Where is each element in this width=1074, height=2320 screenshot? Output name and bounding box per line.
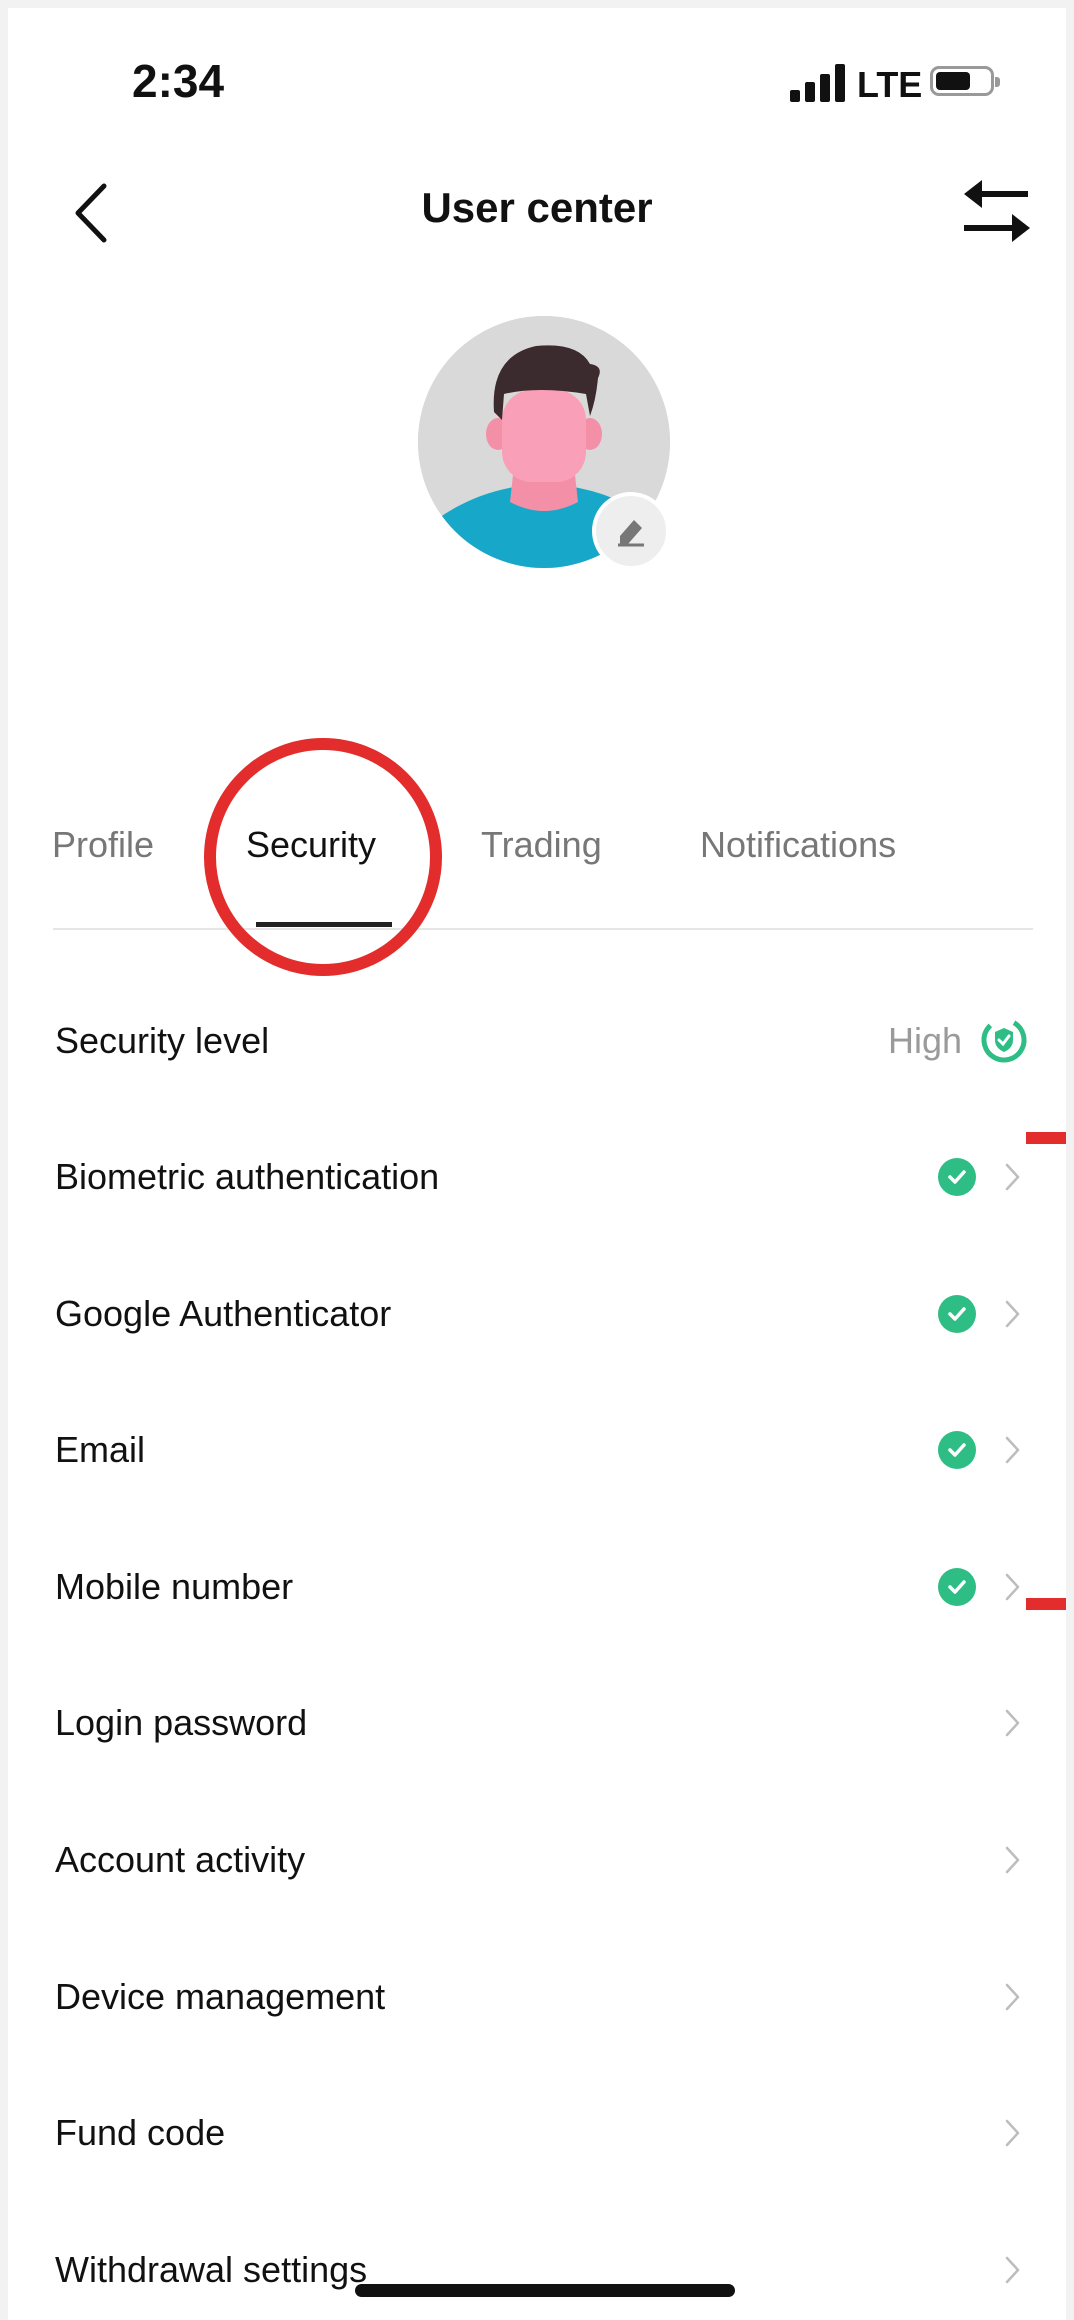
header: User center [8,158,1066,268]
chevron-right-icon [1002,1570,1024,1609]
page-title: User center [421,184,653,231]
security-level-value: High [887,1020,962,1061]
security-level-label: Security level [55,1020,270,1061]
chevron-right-icon [1002,1706,1024,1745]
row-label: Fund code [55,2112,226,2153]
chevron-right-icon [1002,1297,1024,1336]
row-biometric-authentication[interactable]: Biometric authentication [8,1110,1066,1246]
verified-check-icon [938,1295,976,1333]
verified-check-icon [938,1431,976,1469]
tabs-divider [53,928,1033,930]
avatar-container [418,316,670,570]
row-label: Email [55,1429,146,1470]
row-device-management[interactable]: Device management [8,1930,1066,2066]
status-time: 2:34 [132,55,225,107]
active-tab-indicator [256,922,392,927]
chevron-right-icon [1002,1843,1024,1882]
row-label: Login password [55,1702,308,1743]
swap-arrows-icon[interactable] [958,172,1034,252]
row-label: Google Authenticator [55,1293,392,1334]
security-level-row: Security level High [8,974,1066,1110]
battery-icon [930,66,1000,96]
home-indicator[interactable] [355,2284,735,2297]
row-google-authenticator[interactable]: Google Authenticator [8,1247,1066,1383]
chevron-right-icon [1002,2253,1024,2292]
eraser-edit-icon[interactable] [592,492,670,570]
row-label: Biometric authentication [55,1156,440,1197]
phone-screen: 2:34 LTE User center Profile Security Tr… [8,8,1066,2320]
network-type: LTE [857,64,923,105]
row-account-activity[interactable]: Account activity [8,1793,1066,1929]
row-label: Mobile number [55,1566,294,1607]
row-label: Account activity [55,1839,306,1880]
row-label: Device management [55,1976,386,2017]
tab-profile[interactable]: Profile [52,824,154,866]
chevron-right-icon [1002,1980,1024,2019]
verified-check-icon [938,1568,976,1606]
chevron-right-icon [1002,1160,1024,1199]
tab-bar: Profile Security Trading Notifications [8,798,1066,930]
row-mobile-number[interactable]: Mobile number [8,1520,1066,1656]
row-withdrawal-settings[interactable]: Withdrawal settings [8,2203,1066,2320]
row-fund-code[interactable]: Fund code [8,2066,1066,2202]
cellular-signal-icon [790,64,850,102]
row-email[interactable]: Email [8,1383,1066,1519]
status-bar: 2:34 LTE [8,8,1066,158]
tab-notifications[interactable]: Notifications [700,824,896,866]
chevron-right-icon [1002,1433,1024,1472]
verified-check-icon [938,1158,976,1196]
row-login-password[interactable]: Login password [8,1656,1066,1792]
tab-trading[interactable]: Trading [481,824,602,866]
chevron-right-icon [1002,2116,1024,2155]
tab-security[interactable]: Security [246,824,376,866]
shield-check-icon [980,1016,1028,1069]
row-label: Withdrawal settings [55,2249,368,2290]
